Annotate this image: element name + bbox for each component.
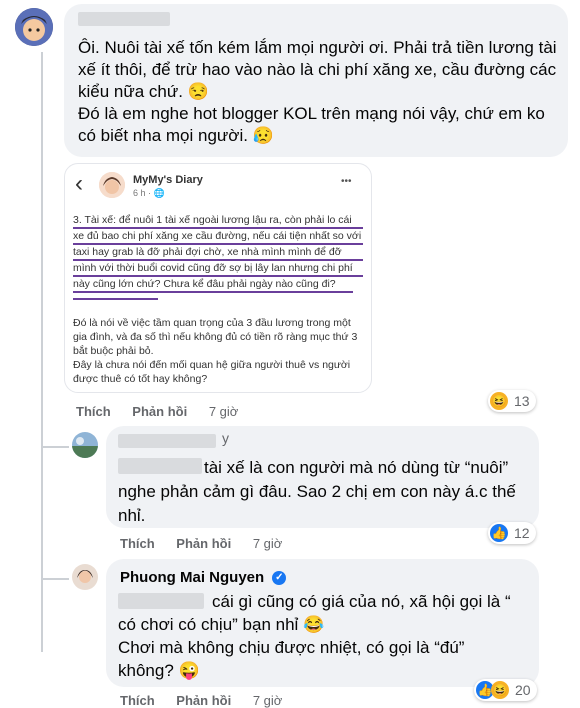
comment-actions: Thích Phản hồi 7 giờ [76,404,256,419]
reaction-count[interactable]: 👍 😆 20 [474,679,537,701]
reply-text: tài xế là con người mà nó dùng từ “nuôi”… [118,456,528,528]
like-button[interactable]: Thích [76,404,111,419]
back-icon: ‹ [75,170,83,197]
author-name-suffix: y [222,430,229,446]
comment-bubble: Ôi. Nuôi tài xế tốn kém lắm mọi người ơi… [64,4,568,157]
reply-bubble: Phuong Mai Nguyen ✓ cái gì cũng có giá c… [106,559,539,687]
haha-reaction-icon: 😆 [491,681,509,699]
timestamp[interactable]: 7 giờ [253,536,283,551]
underline [73,298,158,300]
author-name-text: Phuong Mai Nguyen [120,569,265,586]
page-avatar-image [99,172,125,198]
author-name[interactable]: Phuong Mai Nguyen ✓ [120,569,287,586]
blurred-author-name [118,434,216,448]
comment-actions: Thích Phản hồi 7 giờ [120,536,300,551]
like-reaction-icon: 👍 [490,524,508,542]
reaction-number: 20 [515,682,531,698]
like-button[interactable]: Thích [120,536,155,551]
reaction-count[interactable]: 👍 12 [488,522,536,544]
reply-bubble: y tài xế là con người mà nó dùng từ “nuô… [106,426,539,528]
post-paragraph-3: Đây là chưa nói đến mối quan hệ giữa ngư… [73,359,351,385]
thread-branch [41,440,69,448]
menu-icon: ••• [341,176,352,187]
page-name: MyMy's Diary [133,174,203,186]
reply-button[interactable]: Phản hồi [132,404,187,419]
timestamp[interactable]: 7 giờ [209,404,239,419]
comment-text-2: Đó là em nghe hot blogger KOL trên mạng … [78,104,545,145]
reply-text: cái gì cũng có giá của nó, xã hội gọi là… [118,590,523,682]
reply-text-body: tài xế là con người mà nó dùng từ “nuôi”… [118,458,516,525]
reply-text-b: Chơi mà không chịu được nhiệt, có gọi là… [118,638,465,680]
reaction-count[interactable]: 😆 13 [488,390,536,412]
avatar[interactable] [15,8,53,46]
haha-reaction-icon: 😆 [490,392,508,410]
underline [73,275,363,277]
post-paragraph-1: 3. Tài xế: để nuôi 1 tài xế ngoài lương … [73,214,362,290]
reaction-number: 12 [514,525,530,541]
avatar[interactable] [72,432,98,458]
like-button[interactable]: Thích [120,693,155,708]
avatar-image [72,432,98,458]
page-meta: 6 h · 🌐 [133,188,165,198]
attached-screenshot[interactable]: ‹ MyMy's Diary 6 h · 🌐 ••• 3. Tài xế: để… [64,163,372,393]
verified-badge-icon: ✓ [272,571,287,586]
post-paragraph-2: Đó là nói về việc tầm quan trọng của 3 đ… [73,317,358,357]
avatar-image [15,8,53,46]
timestamp[interactable]: 7 giờ [253,693,283,708]
underline [73,227,363,229]
reply-text-a: cái gì cũng có giá của nó, xã hội gọi là… [118,592,511,634]
blurred-author-name [78,12,170,26]
avatar-image [72,564,98,590]
reply-button[interactable]: Phản hồi [176,536,231,551]
thread-line [41,52,43,652]
comment-text: Ôi. Nuôi tài xế tốn kém lắm mọi người ơi… [78,37,558,147]
underline [73,291,353,293]
reply-button[interactable]: Phản hồi [176,693,231,708]
page-avatar [99,172,125,198]
avatar[interactable] [72,564,98,590]
reaction-number: 13 [514,393,530,409]
underline [73,243,363,245]
underline [73,259,363,261]
comment-text-1: Ôi. Nuôi tài xế tốn kém lắm mọi người ơi… [78,38,557,101]
thread-branch [41,572,69,580]
comment-actions: Thích Phản hồi 7 giờ [120,693,300,708]
